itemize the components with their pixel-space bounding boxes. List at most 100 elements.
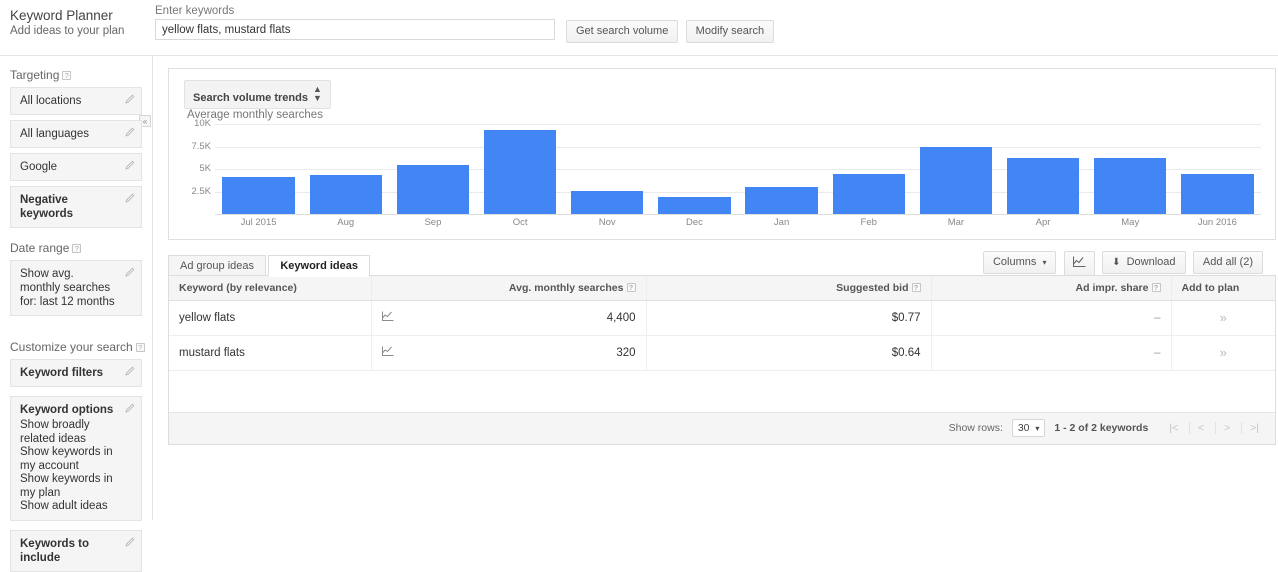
sidebar-item-keyword-options[interactable]: Keyword options Show broadly related ide… [10,396,142,521]
last-page-button[interactable]: >| [1241,422,1267,434]
sidebar-item-google[interactable]: Google [10,153,142,181]
keyword-filters-label: Keyword filters [20,367,104,379]
chart-x-tick-label: Nov [598,217,616,228]
chart-bar[interactable] [832,174,905,214]
sidebar-item-all-locations[interactable]: All locations [10,87,142,115]
help-icon[interactable]: ? [72,244,82,253]
cell-trend[interactable] [370,300,394,336]
chart-bar[interactable] [309,175,382,214]
pencil-icon[interactable] [124,366,135,377]
customize-search-heading-label: Customize your search [10,340,133,354]
column-trend-spacer [370,276,391,301]
keyword-option-broadly-related[interactable]: Show broadly related ideas [20,419,119,446]
pencil-icon[interactable] [124,127,135,138]
keyword-options-label: Keyword options [20,404,114,416]
get-search-volume-button[interactable]: Get search volume [566,20,679,43]
table-footer: Show rows: 30 ▾ 1 - 2 of 2 keywords |< <… [169,412,1275,444]
chart-x-tick-label: Jan [773,217,790,228]
sidebar-item-keywords-to-include[interactable]: Keywords to include [10,529,142,572]
next-page-button[interactable]: > [1215,422,1238,434]
column-add-to-plan: Add to plan [1170,276,1275,301]
pencil-icon[interactable] [124,160,135,171]
cell-avg-monthly-searches: 4,400 [391,300,646,336]
prev-page-button[interactable]: < [1189,422,1212,434]
modify-search-button[interactable]: Modify search [685,20,775,43]
tab-ad-group-ideas[interactable]: Ad group ideas [168,255,266,277]
keyword-option-adult-ideas[interactable]: Show adult ideas [20,500,119,514]
search-volume-chart-panel: Search volume trends▲ ▼ Average monthly s… [168,68,1276,240]
chart-y-tick-label: 5K [199,163,211,174]
cell-ad-impr-share: – [930,300,1171,336]
column-keyword[interactable]: Keyword (by relevance) [169,276,371,301]
help-icon[interactable]: ? [1151,282,1161,292]
add-all-button[interactable]: Add all (2) [1192,251,1263,274]
download-icon: ⬇ [1112,257,1121,268]
keywords-input[interactable] [155,19,555,40]
chart-y-tick-label: 10K [194,118,211,129]
trend-icon[interactable] [381,311,394,321]
pencil-icon[interactable] [124,267,135,278]
chart-metric-select[interactable]: Search volume trends ▲ ▼ [184,80,331,109]
enter-keywords-label: Enter keywords [155,5,235,17]
chart-bar[interactable] [396,164,470,214]
keyword-option-in-my-plan[interactable]: Show keywords in my plan [20,473,119,500]
cell-add-to-plan[interactable]: » [1170,300,1275,336]
pencil-icon[interactable] [124,94,135,105]
main-content: Search volume trends▲ ▼ Average monthly s… [153,56,1278,520]
help-icon[interactable]: ? [62,71,72,80]
chart-bar[interactable] [1094,157,1167,214]
pencil-icon[interactable] [124,403,135,414]
page-subtitle: Add ideas to your plan [10,25,125,37]
keyword-option-in-my-account[interactable]: Show keywords in my account [20,446,119,473]
help-icon[interactable]: ? [911,282,921,292]
cell-add-to-plan[interactable]: » [1170,335,1275,371]
customize-search-heading: Customize your search? [10,340,152,354]
sidebar-item-all-languages[interactable]: All languages [10,120,142,148]
table-row[interactable]: mustard flats 320 $0.64–» [169,335,1275,371]
cell-ad-impr-share: – [930,335,1171,371]
columns-label: Columns [992,256,1037,268]
chart-x-tick-label: May [1121,217,1140,228]
pencil-icon[interactable] [124,537,135,548]
chart-bar[interactable] [919,146,993,214]
help-icon[interactable]: ? [135,343,145,352]
rows-per-page-select[interactable]: 30 ▾ [1011,419,1046,437]
chart-y-tick-label: 7.5K [191,140,211,152]
trend-icon[interactable] [381,346,394,356]
sidebar-item-negative-keywords[interactable]: Negative keywords [10,186,142,228]
chart-bar[interactable] [745,187,818,214]
cell-trend[interactable] [370,335,394,371]
chart-bar[interactable] [658,197,731,214]
chart-x-tick-label: Feb [860,217,877,228]
chart-bar[interactable] [1181,173,1254,214]
targeting-heading: Targeting? [10,68,152,82]
columns-button[interactable]: Columns ▾ [982,251,1057,274]
download-button[interactable]: ⬇ Download [1102,251,1186,274]
column-ad-impr-share[interactable]: Ad impr. share? [930,276,1171,301]
sidebar-item-keyword-filters[interactable]: Keyword filters [10,359,142,387]
chart-bars [215,124,1261,214]
first-page-button[interactable]: |< [1161,422,1186,434]
chart-x-tick-label: Aug [337,217,355,228]
help-icon[interactable]: ? [626,282,636,292]
chart-bar[interactable] [1006,157,1080,214]
download-label: Download [1126,256,1176,268]
table-header-row: Keyword (by relevance) Avg. monthly sear… [169,276,1275,301]
pencil-icon[interactable] [124,193,135,204]
pagination-range: 1 - 2 of 2 keywords [1054,422,1149,434]
chevron-down-icon: ▾ [1042,258,1047,267]
table-row[interactable]: yellow flats 4,400 $0.77–» [169,300,1275,336]
chart-bar[interactable] [571,191,644,214]
chart-x-tick-label: Apr [1035,217,1051,228]
sidebar-item-date-range[interactable]: Show avg. monthly searches for: last 12 … [10,260,142,316]
chart-y-tick-label: 2.5K [191,185,211,197]
column-suggested-bid[interactable]: Suggested bid? [645,276,931,301]
tab-keyword-ideas[interactable]: Keyword ideas [268,255,370,277]
chart-bar[interactable] [483,129,557,214]
pagination-controls: |< < > >| [1161,422,1267,434]
all-languages-label: All languages [20,128,90,140]
chart-bar[interactable] [222,177,295,214]
column-avg-monthly-searches[interactable]: Avg. monthly searches? [391,276,646,301]
chart-toggle-button[interactable] [1063,251,1095,276]
ideas-tabs: Ad group ideas Keyword ideas [168,255,370,277]
